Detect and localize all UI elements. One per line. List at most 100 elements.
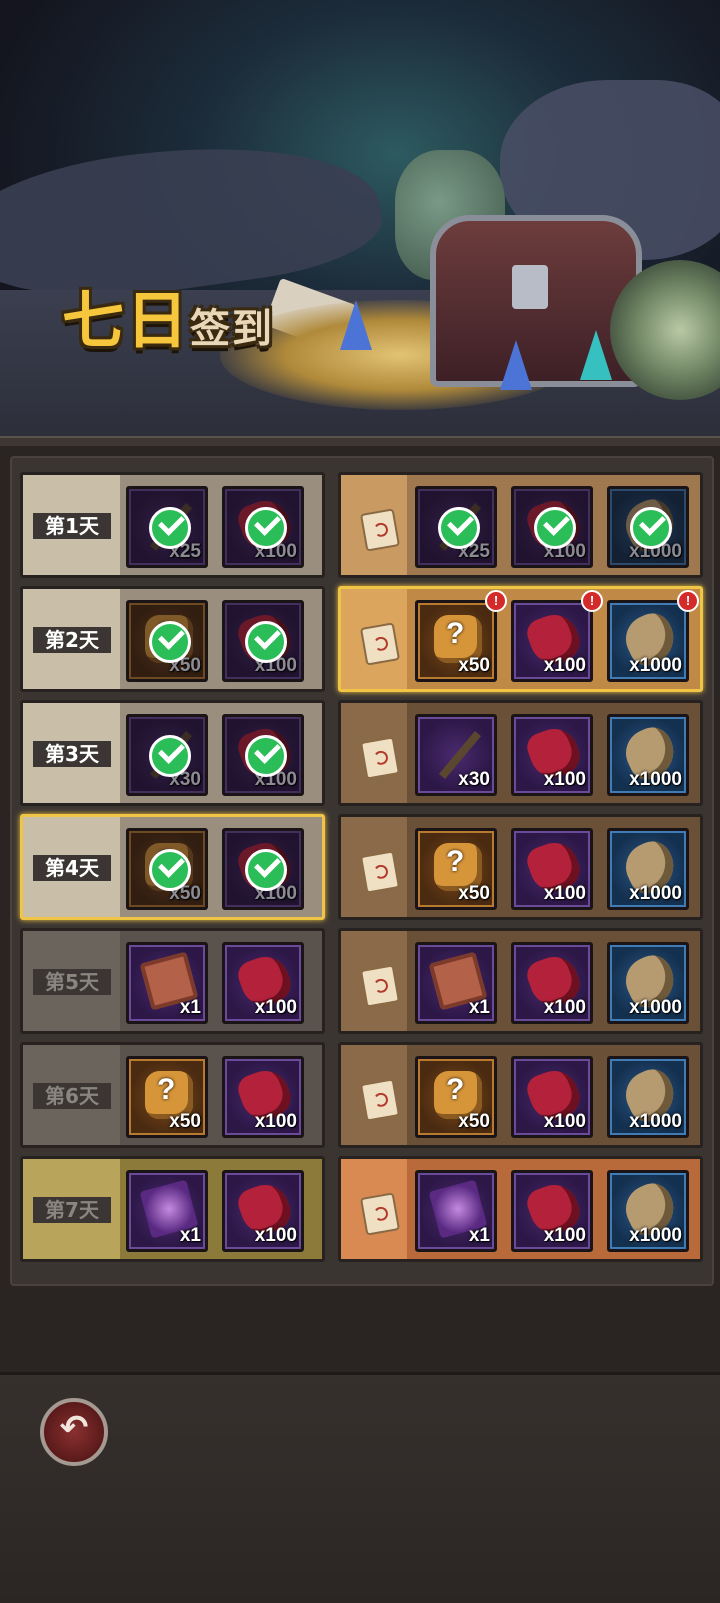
reward-slot[interactable]: x100 xyxy=(222,828,304,910)
reward-slot[interactable]: x100 xyxy=(222,486,304,568)
reward-slot[interactable]: x30 xyxy=(415,714,497,796)
scroll-icon xyxy=(359,1192,401,1236)
scroll-icon xyxy=(359,508,401,552)
reward-slot[interactable]: x1000 xyxy=(607,828,689,910)
reward-slot[interactable]: x100 xyxy=(511,942,593,1024)
reward-slot[interactable]: ? x50 xyxy=(126,1056,208,1138)
reward-slot[interactable]: ?x50 xyxy=(126,600,208,682)
premium-reward-row[interactable]: ? x50! x100! x1000! xyxy=(338,586,703,692)
day-label: 第4天 xyxy=(33,855,111,881)
reward-slot[interactable]: ? x50 xyxy=(415,828,497,910)
alert-badge-icon: ! xyxy=(581,590,603,612)
reward-quantity: x50 xyxy=(169,1111,201,1132)
reward-slot[interactable]: x1 xyxy=(126,1170,208,1252)
back-arrow-icon: ↶ xyxy=(59,1409,89,1447)
reward-slot[interactable]: x25 xyxy=(126,486,208,568)
reward-slot[interactable]: x1000 xyxy=(607,1056,689,1138)
free-reward-row[interactable]: 第4天 ?x50x100 xyxy=(20,814,325,920)
day-label: 第7天 xyxy=(33,1197,111,1223)
reward-slot[interactable]: x100 xyxy=(511,1170,593,1252)
reward-slot[interactable]: x100 xyxy=(511,486,593,568)
crystal-icon xyxy=(580,330,612,380)
premium-reward-row[interactable]: x25 x100 x1000 xyxy=(338,472,703,578)
reward-slot[interactable]: x25 xyxy=(415,486,497,568)
reward-items: x25 x100 xyxy=(120,475,322,575)
scroll-icon xyxy=(359,622,401,666)
reward-slot[interactable]: x1000 xyxy=(607,486,689,568)
premium-reward-row[interactable]: ? x50 x100 x1000 xyxy=(338,1042,703,1148)
reward-slot[interactable]: x100 xyxy=(511,714,593,796)
reward-slot[interactable]: x100 xyxy=(222,942,304,1024)
question-mark-icon: ? xyxy=(157,1073,176,1106)
free-reward-row[interactable]: 第6天? x50 x100 xyxy=(20,1042,325,1148)
reward-slot[interactable]: x1 xyxy=(126,942,208,1024)
reward-slot[interactable]: x100 xyxy=(222,714,304,796)
reward-slot[interactable]: ?x50 xyxy=(415,1056,497,1138)
reward-slot[interactable]: x1000 xyxy=(607,600,689,682)
reward-items: ? x50! x100! x1000! xyxy=(407,589,700,689)
free-reward-row[interactable]: 第2天 ?x50x100 xyxy=(20,586,325,692)
reward-slot[interactable]: x100 xyxy=(222,600,304,682)
reward-slot[interactable]: x100 xyxy=(511,828,593,910)
premium-reward-row[interactable]: ? x50 x100 x1000 xyxy=(338,814,703,920)
free-reward-row[interactable]: 第7天 x1 x100 xyxy=(20,1156,325,1262)
reward-quantity: x1000 xyxy=(629,769,682,790)
checkmark-icon xyxy=(245,507,287,549)
reward-quantity: x50 xyxy=(458,1111,490,1132)
reward-items: ? x50 x100 x1000 xyxy=(407,1045,700,1145)
crystal-icon xyxy=(340,300,372,350)
premium-reward-row[interactable]: x1 x100 x1000 xyxy=(338,928,703,1034)
premium-label-area xyxy=(341,1045,407,1145)
day-label: 第1天 xyxy=(33,513,111,539)
checkmark-icon xyxy=(149,621,191,663)
reward-slot[interactable]: x1000 xyxy=(607,1170,689,1252)
day-label-area: 第4天 xyxy=(23,817,120,917)
reward-slot[interactable]: x1000 xyxy=(607,942,689,1024)
reward-items: ?x50x100 xyxy=(120,817,322,917)
reward-items: x30 x100 x1000 xyxy=(407,703,700,803)
reward-slot[interactable]: x100 xyxy=(511,600,593,682)
back-button[interactable]: ↶ xyxy=(40,1398,108,1466)
day-label-area: 第5天 xyxy=(23,931,120,1031)
premium-label-area xyxy=(341,475,407,575)
title-sub: 签到 xyxy=(190,306,275,352)
reward-slot[interactable]: x100 xyxy=(511,1056,593,1138)
scroll-icon xyxy=(359,1078,401,1122)
page-title: 七日签到 xyxy=(62,270,274,360)
bottom-bar xyxy=(0,1372,720,1603)
reward-slot[interactable]: ?x50 xyxy=(126,828,208,910)
day-label-area: 第2天 xyxy=(23,589,120,689)
reward-items: x1 x100 xyxy=(120,1159,322,1259)
banner-divider xyxy=(0,436,720,446)
reward-items: ? x50 x100 xyxy=(120,1045,322,1145)
reward-slot[interactable]: ?x50 xyxy=(415,600,497,682)
reward-quantity: x100 xyxy=(543,1111,586,1132)
reward-items: ? x50 x100 x1000 xyxy=(407,817,700,917)
free-reward-row[interactable]: 第1天 x25 x100 xyxy=(20,472,325,578)
reward-slot[interactable]: x30 xyxy=(126,714,208,796)
premium-reward-row[interactable]: x1 x100 x1000 xyxy=(338,1156,703,1262)
free-reward-row[interactable]: 第3天 x30 x100 xyxy=(20,700,325,806)
question-mark-icon: ? xyxy=(446,845,465,878)
free-reward-row[interactable]: 第5天 x1 x100 xyxy=(20,928,325,1034)
reward-slot[interactable]: x100 xyxy=(222,1170,304,1252)
reward-slot[interactable]: x100 xyxy=(222,1056,304,1138)
reward-quantity: x100 xyxy=(543,997,586,1018)
reward-quantity: x50 xyxy=(458,883,490,904)
header-banner: 七日签到 xyxy=(0,0,720,440)
premium-reward-row[interactable]: x30 x100 x1000 xyxy=(338,700,703,806)
day-label: 第2天 xyxy=(33,627,111,653)
reward-quantity: x100 xyxy=(543,769,586,790)
reward-slot[interactable]: x1000 xyxy=(607,714,689,796)
scroll-icon xyxy=(359,964,401,1008)
reward-items: x1 x100 xyxy=(120,931,322,1031)
reward-items: ?x50x100 xyxy=(120,589,322,689)
reward-quantity: x100 xyxy=(543,655,586,676)
day-label-area: 第6天 xyxy=(23,1045,120,1145)
reward-items: x1 x100 x1000 xyxy=(407,1159,700,1259)
reward-slot[interactable]: x1 xyxy=(415,942,497,1024)
reward-quantity: x1000 xyxy=(629,997,682,1018)
checkmark-icon xyxy=(438,507,480,549)
day-label-area: 第1天 xyxy=(23,475,120,575)
reward-slot[interactable]: x1 xyxy=(415,1170,497,1252)
